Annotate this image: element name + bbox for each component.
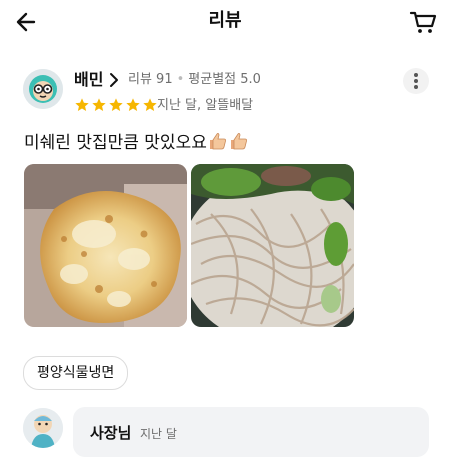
pancake-photo: [24, 164, 187, 327]
more-icon-dot: [414, 73, 418, 77]
star-icon: [143, 98, 157, 111]
review-photo-noodles[interactable]: [191, 164, 354, 327]
review-text: 미쉐린 맛집만큼 맛있오요: [24, 131, 249, 155]
more-icon-dot: [414, 79, 418, 83]
review-photo-pancake[interactable]: [24, 164, 187, 327]
noodle-photo: [191, 164, 354, 327]
separator-dot: •: [176, 72, 185, 87]
avatar-character-icon: [23, 69, 63, 109]
page-title: 리뷰: [208, 10, 242, 31]
reviewer-name[interactable]: 배민: [74, 69, 103, 91]
thumbs-up-icon: [230, 133, 247, 150]
star-icon: [92, 98, 106, 111]
cart-icon: [409, 11, 437, 33]
average-rating: 평균별점 5.0: [188, 72, 261, 87]
reviewer-stats: 리뷰 91 • 평균별점 5.0: [128, 71, 261, 89]
more-options-button[interactable]: [403, 68, 429, 94]
chevron-right-icon[interactable]: [109, 72, 119, 88]
menu-tag-chip[interactable]: 평양식물냉면: [23, 356, 129, 390]
star-rating: [74, 97, 158, 113]
review-count: 리뷰 91: [128, 72, 173, 87]
owner-reply-date: 지난 달: [140, 427, 177, 441]
review-date-and-order-type: 지난 달, 알뜰배달: [157, 98, 254, 113]
review-body: 미쉐린 맛집만큼 맛있오요: [24, 133, 207, 153]
owner-avatar: [23, 408, 63, 448]
owner-reply-name: 사장님: [90, 424, 132, 442]
more-icon-dot: [414, 85, 418, 89]
star-icon: [109, 98, 123, 111]
thumbs-up-icon: [209, 133, 226, 150]
reviewer-avatar[interactable]: [23, 69, 63, 109]
star-icon: [75, 98, 89, 111]
owner-character-icon: [23, 408, 63, 448]
star-icon: [126, 98, 140, 111]
cart-button[interactable]: [408, 8, 438, 36]
